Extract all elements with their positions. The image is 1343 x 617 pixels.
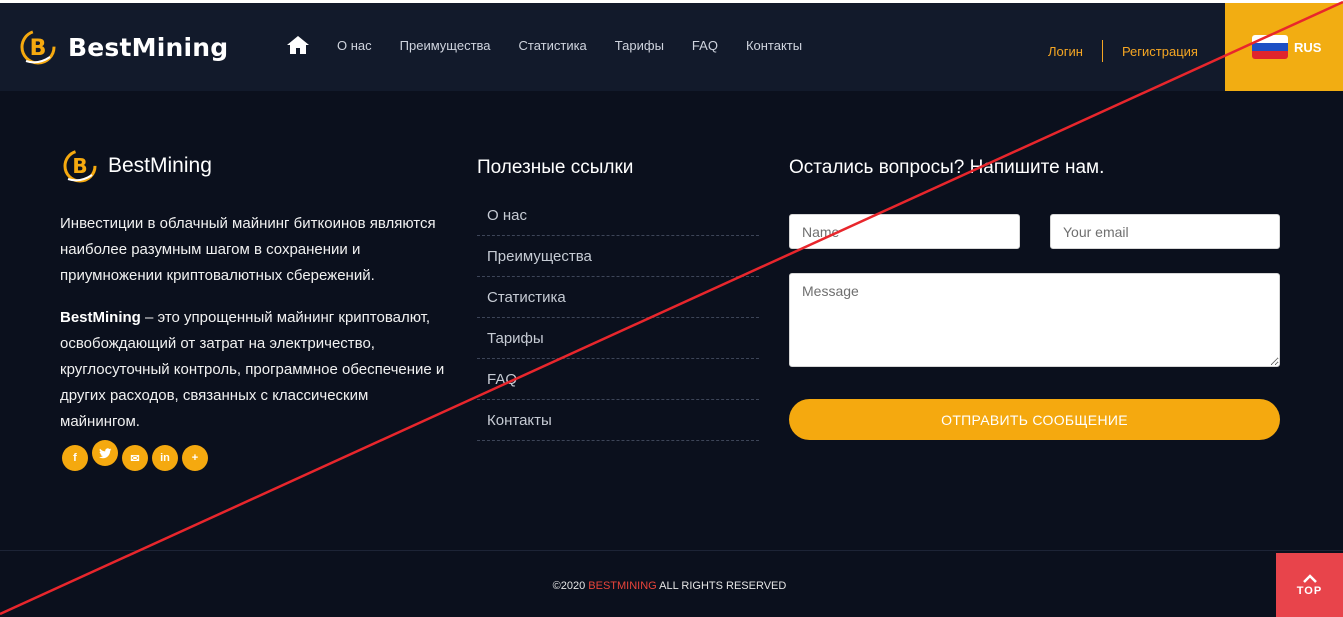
footer-brand: B BestMining bbox=[60, 146, 450, 186]
about-text: – это упрощенный майнинг криптовалют, ос… bbox=[60, 309, 445, 430]
message-field[interactable] bbox=[789, 273, 1280, 367]
svg-text:B: B bbox=[72, 154, 87, 178]
auth-separator bbox=[1101, 40, 1103, 62]
twitter-icon[interactable] bbox=[92, 440, 118, 466]
nav-item-contacts[interactable]: Контакты bbox=[746, 38, 802, 53]
useful-links-column: Полезные ссылки О нас Преимущества Стати… bbox=[477, 157, 759, 441]
nav-item-faq[interactable]: FAQ bbox=[692, 38, 718, 53]
copyright-prefix: ©2020 bbox=[552, 580, 589, 592]
footer-brand-name: BestMining bbox=[108, 154, 212, 177]
contact-form: Остались вопросы? Напишите нам. ОТПРАВИТ… bbox=[789, 157, 1280, 440]
language-selector[interactable]: RUS bbox=[1225, 3, 1343, 91]
scroll-to-top-button[interactable]: TOP bbox=[1276, 553, 1343, 617]
about-paragraph-1: Инвестиции в облачный майнинг биткоинов … bbox=[60, 215, 436, 284]
header: B BestMining О нас Преимущества Статисти… bbox=[0, 3, 1343, 91]
login-link[interactable]: Логин bbox=[1048, 44, 1083, 59]
name-field[interactable] bbox=[789, 214, 1020, 249]
email-field[interactable] bbox=[1050, 214, 1280, 249]
brand-name: BestMining bbox=[68, 32, 229, 62]
nav-item-advantages[interactable]: Преимущества bbox=[400, 38, 491, 53]
footer-link-statistics[interactable]: Статистика bbox=[477, 277, 759, 318]
about-paragraph-2: BestMining – это упрощенный майнинг крип… bbox=[60, 305, 450, 435]
footer-link-faq[interactable]: FAQ bbox=[477, 359, 759, 400]
bitcoin-logo-icon: B bbox=[63, 149, 97, 183]
linkedin-icon[interactable]: in bbox=[152, 445, 178, 471]
copyright: ©2020 BESTMINING ALL RIGHTS RESERVED bbox=[0, 580, 1343, 592]
footer-link-about[interactable]: О нас bbox=[477, 195, 759, 236]
svg-text:B: B bbox=[30, 36, 47, 61]
footer-link-tariffs[interactable]: Тарифы bbox=[477, 318, 759, 359]
scroll-to-top-label: TOP bbox=[1296, 584, 1323, 597]
footer-divider bbox=[0, 550, 1343, 551]
footer-link-advantages[interactable]: Преимущества bbox=[477, 236, 759, 277]
useful-links-list: О нас Преимущества Статистика Тарифы FAQ… bbox=[477, 195, 759, 441]
send-message-button[interactable]: ОТПРАВИТЬ СООБЩЕНИЕ bbox=[789, 399, 1280, 440]
bitcoin-logo-icon: B bbox=[20, 29, 56, 65]
register-link[interactable]: Регистрация bbox=[1122, 44, 1198, 59]
brand-logo-link[interactable]: B BestMining bbox=[18, 27, 228, 67]
footer-section: B BestMining Инвестиции в облачный майни… bbox=[0, 91, 1343, 551]
nav-item-tariffs[interactable]: Тарифы bbox=[615, 38, 664, 53]
facebook-icon[interactable]: f bbox=[62, 445, 88, 471]
copyright-suffix: ALL RIGHTS RESERVED bbox=[656, 580, 787, 592]
plus-icon[interactable]: + bbox=[182, 445, 208, 471]
nav-item-statistics[interactable]: Статистика bbox=[519, 38, 587, 53]
russia-flag-icon bbox=[1252, 35, 1288, 59]
footer-link-contacts[interactable]: Контакты bbox=[477, 400, 759, 441]
about-brand: BestMining bbox=[60, 309, 141, 326]
contact-form-title: Остались вопросы? Напишите нам. bbox=[789, 157, 1105, 178]
social-links: f ✉ in + bbox=[62, 440, 212, 471]
about-column: B BestMining Инвестиции в облачный майни… bbox=[60, 146, 450, 435]
copyright-brand: BESTMINING bbox=[588, 580, 657, 592]
useful-links-title: Полезные ссылки bbox=[477, 157, 634, 178]
main-nav: О нас Преимущества Статистика Тарифы FAQ… bbox=[286, 35, 830, 55]
home-icon[interactable] bbox=[286, 35, 310, 55]
chevron-up-icon bbox=[1302, 573, 1317, 583]
email-icon[interactable]: ✉ bbox=[122, 445, 148, 471]
auth-links: Логин Регистрация bbox=[1048, 40, 1198, 62]
language-label: RUS bbox=[1294, 39, 1322, 55]
nav-item-about[interactable]: О нас bbox=[337, 38, 372, 53]
